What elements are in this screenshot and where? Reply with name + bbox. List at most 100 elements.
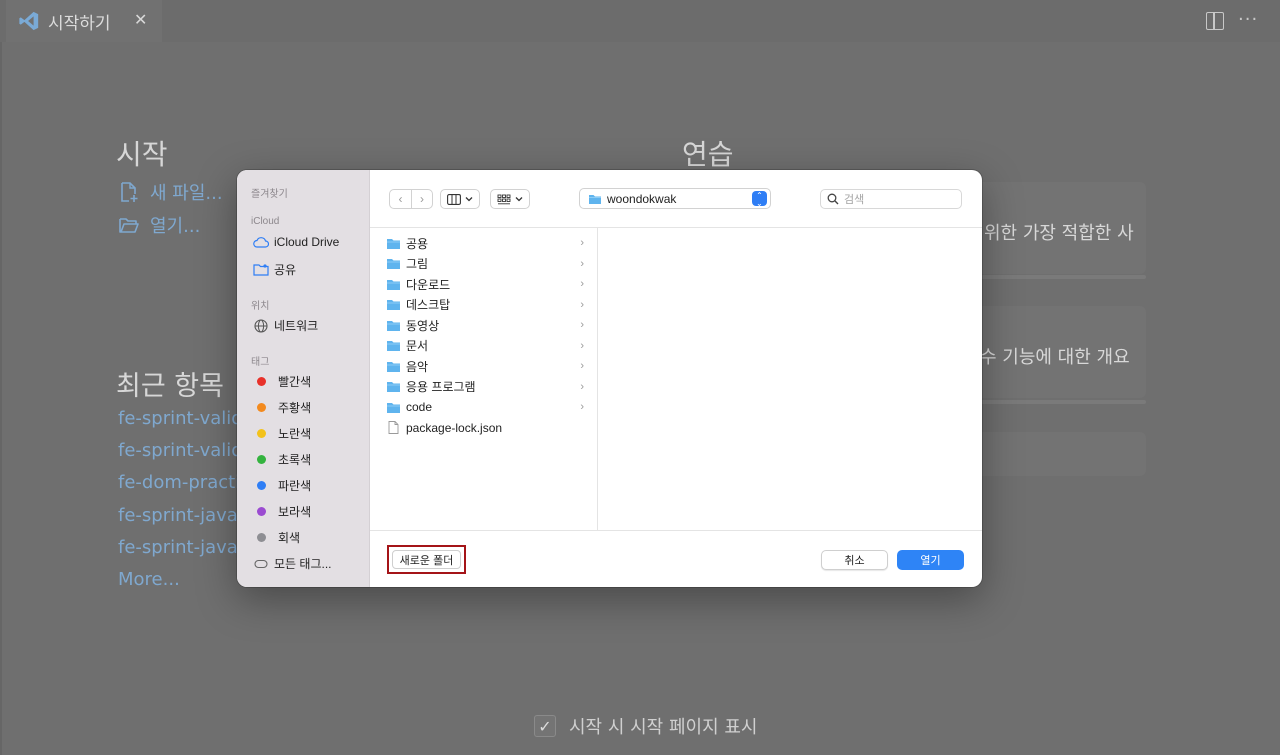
new-file-link[interactable]: 새 파일... xyxy=(118,179,223,205)
folder-row[interactable]: 문서 › xyxy=(370,336,598,356)
tag-label: 빨간색 xyxy=(278,375,312,389)
forward-button[interactable]: › xyxy=(410,190,432,208)
folder-row[interactable]: 응용 프로그램 › xyxy=(370,377,598,397)
tab-welcome[interactable]: 시작하기 ✕ xyxy=(6,0,162,42)
tag-label: 회색 xyxy=(278,531,301,545)
file-name: 공용 xyxy=(406,236,429,251)
group-button[interactable] xyxy=(490,189,530,209)
recent-item[interactable]: fe-sprint-valida xyxy=(118,408,254,429)
cloud-icon xyxy=(253,237,269,248)
globe-icon xyxy=(254,318,268,333)
show-on-startup-checkbox[interactable]: ✓ xyxy=(534,715,556,737)
tag-label: 보라색 xyxy=(278,505,312,519)
search-field[interactable]: 검색 xyxy=(820,189,962,209)
folder-icon xyxy=(386,257,401,270)
new-file-icon xyxy=(121,182,138,202)
folder-icon xyxy=(589,194,601,204)
location-select[interactable]: woondokwak ⌃ ⌃ xyxy=(579,188,771,209)
show-on-startup: ✓ 시작 시 시작 페이지 표시 xyxy=(534,713,758,739)
tag-label: 초록색 xyxy=(278,453,312,467)
chevron-down-icon xyxy=(515,197,523,202)
sidebar-item-tag[interactable]: 회색 xyxy=(253,529,300,546)
recent-more-link[interactable]: More... xyxy=(118,569,180,590)
walkthrough-1-text: 위한 가장 적합한 사 xyxy=(984,223,1134,244)
view-mode-button[interactable] xyxy=(440,189,480,209)
open-link[interactable]: 열기... xyxy=(118,212,200,238)
sidebar-item-tag[interactable]: 주황색 xyxy=(253,399,311,416)
tag-label: 파란색 xyxy=(278,479,312,493)
chevron-right-icon: › xyxy=(580,401,584,413)
practice-heading: 연습 xyxy=(682,138,734,171)
more-actions-icon[interactable]: ··· xyxy=(1238,9,1258,30)
shared-folder-icon xyxy=(253,264,269,276)
preview-column xyxy=(598,228,982,530)
favorites-section-label: 즐겨찾기 xyxy=(251,189,288,200)
back-button[interactable]: ‹ xyxy=(390,190,411,208)
sidebar-item-tag[interactable]: 보라색 xyxy=(253,503,311,520)
sidebar-item-network[interactable]: 네트워크 xyxy=(253,317,318,334)
sidebar-item-all-tags[interactable]: 모든 태그... xyxy=(253,555,332,572)
sidebar-item-tag[interactable]: 초록색 xyxy=(253,451,311,468)
folder-icon xyxy=(386,360,401,373)
sidebar-item-shared[interactable]: 공유 xyxy=(253,261,296,278)
grid-icon xyxy=(497,194,511,204)
all-tags-label: 모든 태그... xyxy=(274,557,332,571)
file-name: 응용 프로그램 xyxy=(406,380,476,394)
folder-row[interactable]: 데스크탑 › xyxy=(370,295,598,315)
search-icon xyxy=(827,193,839,205)
back-forward-buttons: ‹ › xyxy=(389,189,433,209)
file-name: 문서 xyxy=(406,339,429,353)
folder-icon xyxy=(386,401,401,414)
recent-item[interactable]: fe-sprint-valida xyxy=(118,440,254,461)
recent-heading: 최근 항목 xyxy=(116,371,224,402)
new-file-label: 새 파일... xyxy=(150,183,223,204)
recent-item[interactable]: fe-dom-practic xyxy=(118,472,250,493)
tags-section-label: 태그 xyxy=(251,357,270,368)
folder-row[interactable]: 그림 › xyxy=(370,254,598,274)
tag-color-dot-icon xyxy=(257,455,266,464)
recent-item[interactable]: fe-sprint-javas xyxy=(118,537,247,558)
sidebar-item-icloud-drive[interactable]: iCloud Drive xyxy=(253,235,339,249)
tab-bar: 시작하기 ✕ ··· xyxy=(0,0,1280,42)
folder-row[interactable]: 동영상 › xyxy=(370,315,598,335)
tag-color-dot-icon xyxy=(257,403,266,412)
sidebar-item-tag[interactable]: 노란색 xyxy=(253,425,311,442)
split-editor-icon[interactable] xyxy=(1206,12,1224,30)
folder-row[interactable]: 다운로드 › xyxy=(370,274,598,294)
close-icon[interactable]: ✕ xyxy=(134,10,147,29)
new-folder-highlight: 새로운 폴더 xyxy=(387,545,466,574)
folder-row[interactable]: 공용 › xyxy=(370,233,598,253)
walkthrough-2-progress xyxy=(960,400,1146,404)
icloud-drive-label: iCloud Drive xyxy=(274,235,340,249)
sidebar-item-tag[interactable]: 파란색 xyxy=(253,477,311,494)
folder-icon xyxy=(386,380,401,393)
tag-label: 노란색 xyxy=(278,427,312,441)
tag-color-dot-icon xyxy=(257,533,266,542)
vscode-icon xyxy=(19,11,39,31)
file-row[interactable]: package-lock.json xyxy=(370,418,598,438)
folder-row[interactable]: code › xyxy=(370,397,598,417)
shared-label: 공유 xyxy=(274,263,297,277)
walkthrough-card-3[interactable] xyxy=(960,432,1146,476)
chevron-right-icon: › xyxy=(580,257,584,270)
new-folder-button[interactable]: 새로운 폴더 xyxy=(392,550,461,569)
open-button[interactable]: 열기 xyxy=(897,550,964,570)
folder-icon xyxy=(386,319,401,332)
start-heading: 시작 xyxy=(116,138,168,171)
open-label: 열기... xyxy=(150,216,201,237)
cancel-button[interactable]: 취소 xyxy=(821,550,888,570)
open-folder-icon xyxy=(119,218,139,233)
chevron-right-icon: › xyxy=(580,339,584,352)
chevron-right-icon: › xyxy=(580,278,584,290)
dialog-sidebar: 즐겨찾기 iCloud iCloud Drive 공유 위치 네트워크 태그 빨… xyxy=(237,170,370,587)
file-name: 음악 xyxy=(406,359,429,374)
folder-icon xyxy=(386,298,401,311)
columns-view-icon xyxy=(447,193,461,205)
sidebar-item-tag[interactable]: 빨간색 xyxy=(253,373,311,390)
folder-row[interactable]: 음악 › xyxy=(370,356,598,376)
location-label: woondokwak xyxy=(607,191,677,206)
search-placeholder: 검색 xyxy=(844,194,865,206)
walkthrough-1-progress xyxy=(960,275,1146,279)
chevron-down-icon xyxy=(465,197,473,202)
recent-item[interactable]: fe-sprint-javas xyxy=(118,505,247,526)
